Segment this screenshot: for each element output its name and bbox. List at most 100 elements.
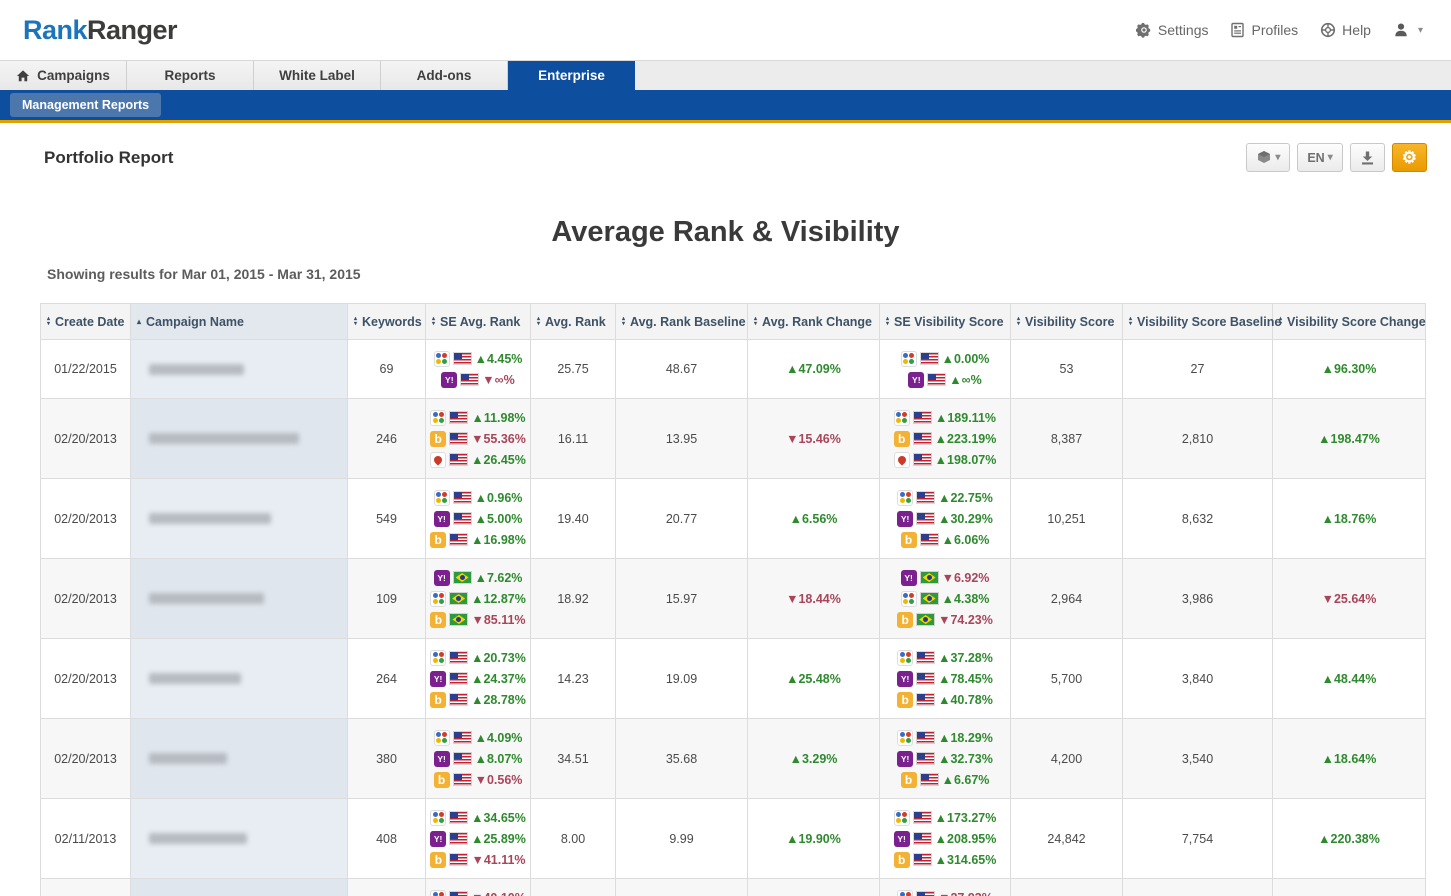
- language-selector[interactable]: EN ▾: [1297, 143, 1342, 172]
- campaign-name-cell[interactable]: [131, 879, 348, 896]
- rankranger-logo[interactable]: RankRanger: [23, 15, 177, 46]
- subnav-management-reports[interactable]: Management Reports: [10, 93, 161, 117]
- google-dot: [433, 418, 438, 423]
- us-flag-icon: [917, 753, 934, 764]
- column-header-campaign-name[interactable]: ▴Campaign Name: [131, 304, 348, 340]
- change-value: ▲208.95%: [935, 832, 997, 846]
- column-header-se-visibility-score[interactable]: ▴▾SE Visibility Score: [880, 304, 1011, 340]
- column-header-avg-rank-change[interactable]: ▴▾Avg. Rank Change: [748, 304, 880, 340]
- column-header-keywords[interactable]: ▴▾Keywords: [348, 304, 426, 340]
- column-header-visibility-score-change[interactable]: ▴▾Visibility Score Change: [1273, 304, 1426, 340]
- change-value: ▲18.29%: [938, 731, 993, 745]
- campaign-name-cell[interactable]: [131, 799, 348, 879]
- tab-add-ons[interactable]: Add-ons: [381, 61, 508, 90]
- top-menu: Settings Profiles Help ▾: [1136, 22, 1423, 38]
- report-settings-button[interactable]: ⚙: [1392, 143, 1427, 172]
- visibility-score-baseline-cell: 3,540: [1123, 719, 1273, 799]
- change-value: ▲48.44%: [1322, 672, 1377, 686]
- us-flag-icon: [454, 753, 471, 764]
- google-dot: [439, 412, 444, 417]
- export-package-button[interactable]: ▾: [1246, 143, 1290, 172]
- change-value: ▲16.98%: [471, 533, 526, 547]
- column-label: SE Visibility Score: [894, 315, 1004, 329]
- download-button[interactable]: [1350, 143, 1385, 172]
- change-value: ▼∞%: [482, 373, 514, 387]
- globe-icon: [1320, 22, 1336, 38]
- google-dot: [436, 732, 441, 737]
- tab-campaigns[interactable]: Campaigns: [0, 61, 127, 90]
- us-flag-icon: [917, 673, 934, 684]
- column-header-avg-rank-baseline[interactable]: ▴▾Avg. Rank Baseline: [616, 304, 748, 340]
- visibility-score-baseline-cell: 27: [1123, 340, 1273, 399]
- campaign-name-cell[interactable]: [131, 559, 348, 639]
- avg-rank-baseline-cell: 35.68: [616, 719, 748, 799]
- settings-menu-item[interactable]: Settings: [1136, 22, 1209, 38]
- tab-enterprise[interactable]: Enterprise: [508, 61, 635, 90]
- se-change-list: ▲22.75%Y!▲30.29%b▲6.06%: [884, 485, 1006, 552]
- help-menu-item[interactable]: Help: [1320, 22, 1371, 38]
- google-dot: [909, 359, 914, 364]
- visibility-score-cell: 4,200: [1011, 719, 1123, 799]
- column-label: Avg. Rank: [545, 315, 606, 329]
- change-value: ▲0.00%: [942, 352, 990, 366]
- keywords-cell: 380: [348, 719, 426, 799]
- keywords-cell: 264: [348, 639, 426, 719]
- se-change-row: b▲6.67%: [901, 769, 990, 790]
- google-dot: [906, 498, 911, 503]
- se-avg-rank-cell: Y!▲7.62%▲12.87%b▼85.11%: [426, 559, 531, 639]
- change-value: ▲24.37%: [471, 672, 526, 686]
- campaign-name-cell[interactable]: [131, 340, 348, 399]
- report-title: Average Rank & Visibility: [0, 216, 1451, 249]
- map-pin-icon: [896, 454, 907, 465]
- bing-icon: b: [901, 532, 917, 548]
- campaign-name-cell[interactable]: [131, 399, 348, 479]
- campaign-name-cell[interactable]: [131, 719, 348, 799]
- se-change-row: Y!▲∞%: [908, 369, 981, 390]
- change-value: ▲7.62%: [475, 571, 523, 585]
- google-dot: [442, 738, 447, 743]
- column-label: Avg. Rank Change: [762, 315, 872, 329]
- se-change-row: Y!▲7.62%: [434, 567, 523, 588]
- column-header-create-date[interactable]: ▴▾Create Date: [41, 304, 131, 340]
- home-icon: [16, 69, 30, 83]
- se-change-row: Y!▼6.92%: [901, 567, 990, 588]
- tab-white-label[interactable]: White Label: [254, 61, 381, 90]
- google-dot: [439, 652, 444, 657]
- visibility-score-cell: 8,387: [1011, 399, 1123, 479]
- tab-label: White Label: [279, 68, 355, 83]
- tab-reports[interactable]: Reports: [127, 61, 254, 90]
- campaign-name-cell[interactable]: [131, 479, 348, 559]
- google-dot: [900, 492, 905, 497]
- column-header-se-avg-rank[interactable]: ▴▾SE Avg. Rank: [426, 304, 531, 340]
- column-header-visibility-score[interactable]: ▴▾Visibility Score: [1011, 304, 1123, 340]
- se-change-row: ▲4.09%: [434, 727, 523, 748]
- column-header-visibility-score-baseline[interactable]: ▴▾Visibility Score Baseline: [1123, 304, 1273, 340]
- us-flag-icon: [921, 534, 938, 545]
- br-flag-icon: [450, 614, 467, 625]
- us-flag-icon: [921, 774, 938, 785]
- change-value: ▲198.07%: [935, 453, 997, 467]
- google-dot: [909, 599, 914, 604]
- google-dot: [433, 658, 438, 663]
- google-dot: [433, 812, 438, 817]
- places-icon: [430, 452, 446, 468]
- google-dot: [902, 412, 907, 417]
- visibility-score-baseline-cell: 3,986: [1123, 559, 1273, 639]
- avg-rank-cell: 34.51: [531, 719, 616, 799]
- account-menu[interactable]: ▾: [1393, 22, 1423, 38]
- google-dot: [900, 738, 905, 743]
- sort-icon: ▴▾: [622, 317, 625, 327]
- profiles-menu-item[interactable]: Profiles: [1230, 22, 1298, 38]
- avg-rank-change-cell: ▲6.56%: [748, 479, 880, 559]
- avg-rank-baseline-cell: 13.95: [616, 399, 748, 479]
- us-flag-icon: [450, 673, 467, 684]
- column-header-avg-rank[interactable]: ▴▾Avg. Rank: [531, 304, 616, 340]
- change-value: ▲32.73%: [938, 752, 993, 766]
- google-icon: [897, 890, 913, 896]
- visibility-score-change-cell: ▲18.64%: [1273, 719, 1426, 799]
- br-flag-icon: [921, 593, 938, 604]
- avg-rank-cell: 18.92: [531, 559, 616, 639]
- campaign-name-cell[interactable]: [131, 639, 348, 719]
- tab-label: Add-ons: [417, 68, 472, 83]
- change-value: ▲25.89%: [471, 832, 526, 846]
